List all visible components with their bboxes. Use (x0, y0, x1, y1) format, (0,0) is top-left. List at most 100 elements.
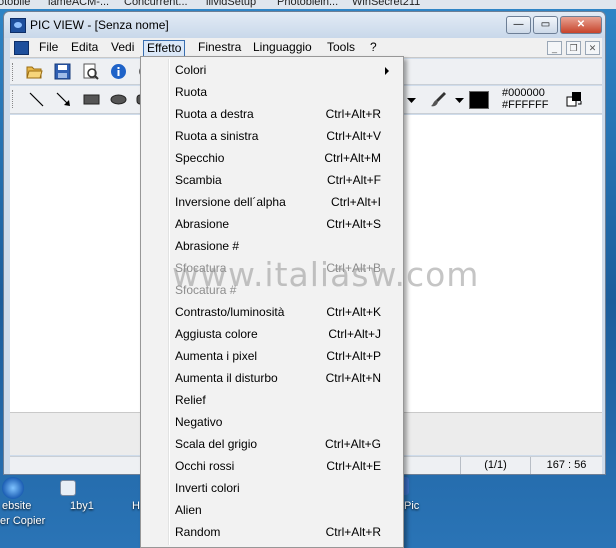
menu-item-shortcut: Ctrl+Alt+N (325, 371, 381, 385)
save-icon[interactable] (54, 63, 71, 80)
menu-item-specchio[interactable]: Specchio Ctrl+Alt+M (143, 147, 401, 169)
submenu-arrow-icon (385, 67, 389, 75)
background-color-hex: #FFFFFF (502, 99, 549, 111)
menu-item-negativo[interactable]: Negativo (143, 411, 401, 433)
swap-colors-icon[interactable] (566, 91, 583, 108)
color-values: #000000 #FFFFFF (502, 87, 548, 111)
dropdown-arrow-icon[interactable] (403, 91, 420, 108)
menu-linguaggio[interactable]: Linguaggio (250, 40, 315, 57)
menu-item-shortcut: Ctrl+Alt+I (330, 195, 381, 209)
menu-item-abrasione[interactable]: Abrasione # (143, 235, 401, 257)
menu-effetto[interactable]: Effetto (143, 40, 186, 57)
menu-item-label: Scala del grigio (175, 437, 258, 451)
menu-item-relief[interactable]: Relief (143, 389, 401, 411)
effetto-menu: Colori Ruota Ruota a destra Ctrl+Alt+R Ruota… (140, 56, 404, 548)
status-spacer (410, 457, 460, 474)
desktop-icon-label[interactable]: ebsite (2, 500, 31, 512)
brush-dropdown-arrow-icon[interactable] (451, 91, 468, 108)
desktop-icon-label[interactable]: Pic (404, 500, 419, 512)
menu-item-label: Contrasto/luminosità (175, 305, 285, 319)
globe-icon[interactable] (2, 477, 24, 499)
line-tool-icon[interactable] (28, 91, 45, 108)
menu-item-label: Aumenta i pixel (175, 349, 258, 363)
menu-item-label: Abrasione # (175, 239, 240, 253)
menu-help[interactable]: ? (367, 40, 380, 57)
menu-bar: File Edita Vedi Effetto Finestra Linguag… (10, 38, 602, 58)
desktop-icon-label[interactable]: er Copier (0, 515, 45, 527)
watermark-text: www.italiasw.com (172, 255, 480, 294)
menu-item-alien[interactable]: Alien (143, 499, 401, 521)
menu-item-shortcut: Ctrl+Alt+E (326, 459, 381, 473)
taskbar-strip: otobile lameACM-... Concurrent... llivld… (0, 0, 616, 9)
rectangle-tool-icon[interactable] (83, 91, 100, 108)
taskbar-item[interactable]: llivldSetup (206, 0, 256, 8)
menu-item-shortcut: Ctrl+Alt+S (326, 217, 381, 231)
mdi-close-button[interactable]: ✕ (585, 41, 600, 55)
info-icon[interactable] (110, 63, 127, 80)
taskbar-item[interactable]: WinSecret211 (352, 0, 420, 8)
menu-item-scambia[interactable]: Scambia Ctrl+Alt+F (143, 169, 401, 191)
menu-item-ruota-a-sinistra[interactable]: Ruota a sinistra Ctrl+Alt+V (143, 125, 401, 147)
menu-file[interactable]: File (36, 40, 61, 57)
menu-item-shortcut: Ctrl+Alt+R (325, 107, 381, 121)
menu-item-shortcut: Ctrl+Alt+R (325, 525, 381, 539)
taskbar-item[interactable]: lameACM-... (48, 0, 109, 8)
menu-item-inversione-dell-alpha[interactable]: Inversione dell´alpha Ctrl+Alt+I (143, 191, 401, 213)
taskbar-item[interactable]: Photoblein... (277, 0, 338, 8)
desktop-icon-label[interactable]: H (132, 500, 140, 512)
menu-vedi[interactable]: Vedi (108, 40, 137, 57)
menu-item-aumenta-il-disturbo[interactable]: Aumenta il disturbo Ctrl+Alt+N (143, 367, 401, 389)
menu-item-label: Scambia (175, 173, 222, 187)
open-folder-icon[interactable] (26, 63, 43, 80)
foreground-color-swatch[interactable] (469, 91, 489, 109)
menu-item-shortcut: Ctrl+Alt+J (328, 327, 381, 341)
menu-item-ruota[interactable]: Ruota (143, 81, 401, 103)
menu-item-ruota-a-destra[interactable]: Ruota a destra Ctrl+Alt+R (143, 103, 401, 125)
toolbar-grip[interactable] (12, 90, 15, 108)
status-coords: 167 : 56 (530, 457, 602, 474)
menu-tools[interactable]: Tools (324, 40, 358, 57)
menu-item-label: Specchio (175, 151, 225, 165)
arrow-tool-icon[interactable] (55, 91, 72, 108)
menu-item-aumenta-i-pixel[interactable]: Aumenta i pixel Ctrl+Alt+P (143, 345, 401, 367)
app-icon[interactable] (10, 18, 26, 33)
menu-item-label: Inverti colori (175, 481, 240, 495)
window-title: PIC VIEW - [Senza nome] (30, 18, 169, 32)
menu-edita[interactable]: Edita (68, 40, 101, 57)
menu-item-shortcut: Ctrl+Alt+G (324, 437, 381, 451)
menu-item-contrasto-luminosit[interactable]: Contrasto/luminosità Ctrl+Alt+K (143, 301, 401, 323)
menu-item-label: Ruota (175, 85, 208, 99)
status-page: (1/1) (460, 457, 530, 474)
print-preview-icon[interactable] (82, 63, 99, 80)
menu-item-colori[interactable]: Colori (143, 59, 401, 81)
taskbar-item[interactable]: Concurrent... (124, 0, 188, 8)
document-icon[interactable] (14, 41, 29, 55)
shortcut-icon[interactable] (60, 480, 76, 496)
menu-item-scala-del-grigio[interactable]: Scala del grigio Ctrl+Alt+G (143, 433, 401, 455)
menu-item-occhi-rossi[interactable]: Occhi rossi Ctrl+Alt+E (143, 455, 401, 477)
minimize-button[interactable]: — (506, 16, 531, 34)
toolbar-grip[interactable] (12, 63, 15, 81)
menu-item-label: Alien (175, 503, 202, 517)
menu-item-inverti-colori[interactable]: Inverti colori (143, 477, 401, 499)
menu-finestra[interactable]: Finestra (195, 40, 244, 57)
mdi-restore-button[interactable]: ❐ (566, 41, 581, 55)
menu-item-label: Colori (175, 63, 207, 77)
taskbar-item[interactable]: otobile (0, 0, 30, 8)
maximize-button[interactable]: ▭ (533, 16, 558, 34)
menu-item-label: Aumenta il disturbo (175, 371, 278, 385)
menu-item-abrasione[interactable]: Abrasione Ctrl+Alt+S (143, 213, 401, 235)
menu-item-label: Relief (175, 393, 206, 407)
menu-item-label: Inversione dell´alpha (175, 195, 286, 209)
menu-item-shortcut: Ctrl+Alt+F (326, 173, 381, 187)
menu-item-random[interactable]: Random Ctrl+Alt+R (143, 521, 401, 543)
menu-item-aggiusta-colore[interactable]: Aggiusta colore Ctrl+Alt+J (143, 323, 401, 345)
close-button[interactable]: ✕ (560, 16, 602, 34)
menu-item-label: Random (175, 525, 221, 539)
mdi-minimize-button[interactable]: _ (547, 41, 562, 55)
menu-item-label: Occhi rossi (175, 459, 235, 473)
brush-tool-icon[interactable] (430, 91, 447, 108)
title-bar[interactable]: PIC VIEW - [Senza nome] — ▭ ✕ (4, 12, 605, 38)
ellipse-tool-icon[interactable] (110, 91, 127, 108)
desktop-icon-label[interactable]: 1by1 (70, 500, 94, 512)
